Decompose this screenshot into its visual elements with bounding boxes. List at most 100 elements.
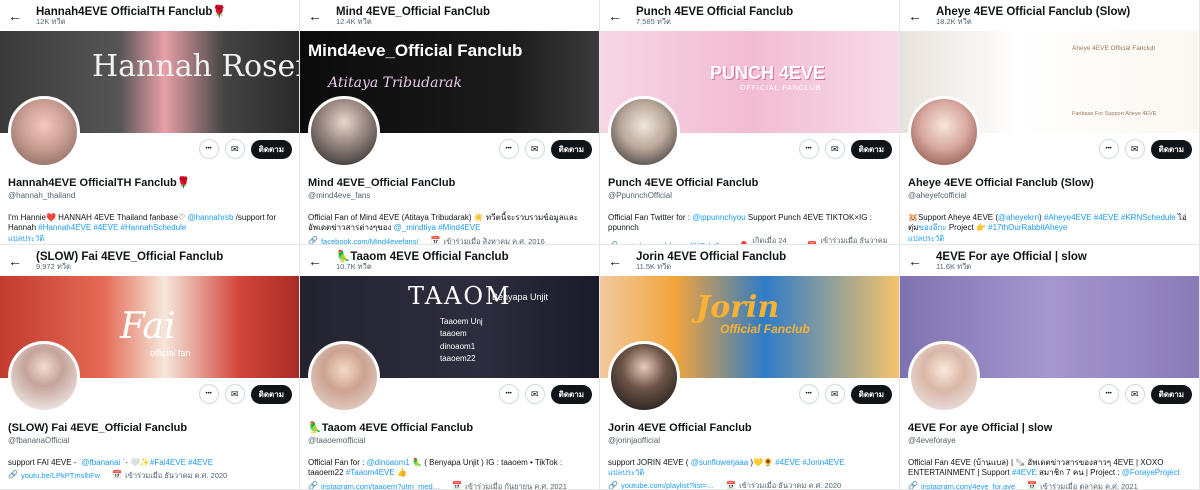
profile-meta: 🔗 instagram.com/4eve_for.aye 📅 เข้าร่วมเมื่… xyxy=(908,481,1191,490)
arrow-left-icon[interactable]: ← xyxy=(908,9,924,23)
message-icon[interactable]: ✉ xyxy=(224,384,245,404)
translate-bio-link[interactable]: แปลประวัติ xyxy=(608,468,891,478)
bio-link[interactable]: #Taaom4EVE xyxy=(346,468,395,477)
bio-link[interactable]: #17thOurRabbitAheye xyxy=(988,223,1067,232)
calendar-icon: 📅 xyxy=(1027,481,1038,490)
arrow-left-icon[interactable]: ← xyxy=(8,254,24,268)
avatar[interactable] xyxy=(308,96,380,168)
profile-bio: Official Fan for : @dinoaom1 🦜 ( Benyapa… xyxy=(308,458,591,480)
more-icon[interactable]: ••• xyxy=(798,139,819,159)
avatar[interactable] xyxy=(308,341,380,413)
profile-actions: ••• ✉ ติดตาม xyxy=(498,384,592,404)
message-icon[interactable]: ✉ xyxy=(224,139,245,159)
profile-header-bar: ← Aheye 4EVE Official Fanclub (Slow) 18.2K… xyxy=(900,0,1199,31)
more-icon[interactable]: ••• xyxy=(498,384,519,404)
bio-link[interactable]: @aheyekrn xyxy=(998,213,1039,222)
link-icon: 🔗 xyxy=(308,236,318,245)
profile-website-link[interactable]: instagram.com/4eve_for.aye xyxy=(921,482,1015,489)
arrow-left-icon[interactable]: ← xyxy=(608,254,624,268)
profile-website-link[interactable]: facebook.com/Mind4evefans/ xyxy=(321,237,419,244)
message-icon[interactable]: ✉ xyxy=(824,384,845,404)
profile-website-link[interactable]: youtube.com/playlist?list=… xyxy=(621,481,714,489)
bio-link[interactable]: @ForayeProject xyxy=(1122,468,1180,477)
follow-button[interactable]: ติดตาม xyxy=(1150,139,1192,159)
message-icon[interactable]: ✉ xyxy=(824,139,845,159)
more-icon[interactable]: ••• xyxy=(798,384,819,404)
profile-info: 4EVE For aye Official | slow @4eveforaye O… xyxy=(908,421,1191,490)
tweet-count: 12K ทวีต xyxy=(36,16,66,26)
bio-link[interactable]: @sunflowerjaaa xyxy=(691,458,748,467)
banner-title: Mind4eve_Official Fanclub xyxy=(308,41,523,60)
message-icon[interactable]: ✉ xyxy=(1124,139,1145,159)
meta-item[interactable]: 🔗 youtu.be/LPkPTmslhFw xyxy=(8,470,100,481)
message-icon[interactable]: ✉ xyxy=(1124,384,1145,404)
follow-button[interactable]: ติดตาม xyxy=(850,139,892,159)
follow-button[interactable]: ติดตาม xyxy=(250,139,292,159)
avatar[interactable] xyxy=(8,341,80,413)
bio-link[interactable]: @ippunnchyou xyxy=(692,213,746,222)
bio-link[interactable]: #4EVE #Jorin4EVE xyxy=(775,458,844,467)
meta-item[interactable]: 🔗 instagram.com/taaoem?utm_med… xyxy=(308,481,440,489)
bio-link[interactable]: ของอีกะ xyxy=(918,223,946,232)
more-icon[interactable]: ••• xyxy=(498,139,519,159)
message-icon[interactable]: ✉ xyxy=(524,384,545,404)
follow-button[interactable]: ติดตาม xyxy=(250,384,292,404)
meta-text: เข้าร่วมเมื่อ ธันวาคม ค.ศ. 2020 xyxy=(739,480,842,490)
more-icon[interactable]: ••• xyxy=(198,139,219,159)
arrow-left-icon[interactable]: ← xyxy=(908,254,924,268)
profile-name: Punch 4EVE Official Fanclub xyxy=(608,177,759,189)
message-icon[interactable]: ✉ xyxy=(524,139,545,159)
profile-info: Mind 4EVE_Official FanClub @mind4eve_fans… xyxy=(308,176,591,245)
more-icon[interactable]: ••• xyxy=(1098,139,1119,159)
more-icon[interactable]: ••• xyxy=(198,384,219,404)
bio-link[interactable]: #Aheye4EVE #4EVE #KRNSchedule xyxy=(1044,213,1176,222)
profile-actions: ••• ✉ ติดตาม xyxy=(1098,384,1192,404)
profile-website-link[interactable]: instagram.com/taaoem?utm_med… xyxy=(321,482,440,489)
bio-link[interactable]: @dinoaom1 xyxy=(367,458,410,467)
profile-actions: ••• ✉ ติดตาม xyxy=(198,139,292,159)
follow-button[interactable]: ติดตาม xyxy=(550,139,592,159)
follow-button[interactable]: ติดตาม xyxy=(850,384,892,404)
follow-button[interactable]: ติดตาม xyxy=(1150,384,1192,404)
bio-link[interactable]: #Fai4EVE #4EVE xyxy=(150,458,213,467)
arrow-left-icon[interactable]: ← xyxy=(608,9,624,23)
header-title: Punch 4EVE Official Fanclub xyxy=(636,5,794,18)
arrow-left-icon[interactable]: ← xyxy=(308,9,324,23)
avatar[interactable] xyxy=(908,96,980,168)
meta-item[interactable]: 🔗 facebook.com/Mind4evefans/ xyxy=(308,236,419,245)
avatar[interactable] xyxy=(608,96,680,168)
profile-actions: ••• ✉ ติดตาม xyxy=(798,384,892,404)
profile-header-bar: ← Mind 4EVE_Official FanClub 12.4K ทวีต xyxy=(300,0,599,31)
avatar[interactable] xyxy=(908,341,980,413)
banner-subtitle: official fan xyxy=(150,348,191,358)
meta-item[interactable]: 🔗 youtube.com/playlist?list=… xyxy=(608,481,714,489)
profile-name: Mind 4EVE_Official FanClub xyxy=(308,177,456,189)
banner-social-list: Taaoem Unj taaoem dinoaom1 taaoem22 xyxy=(440,316,483,366)
bio-link[interactable]: @_mindtiya #Mind4EVE xyxy=(394,223,481,232)
bio-link[interactable]: #Hannah4EVE #4EVE #HannahSchedule xyxy=(38,223,186,232)
meta-item: 📅เข้าร่วมเมื่อ ธันวาคม ค.ศ. 2020 xyxy=(112,470,227,481)
bio-text: 👍 xyxy=(394,468,407,478)
more-icon[interactable]: ••• xyxy=(1098,384,1119,404)
bio-text: สมาชิก 7 คน | Project : xyxy=(1036,468,1122,478)
arrow-left-icon[interactable]: ← xyxy=(8,9,24,23)
profile-meta: 🔗 youtu.be/LPkPTmslhFw 📅 เข้าร่วมเมื่อ ธันว… xyxy=(8,470,291,481)
bio-link[interactable]: #4EVE xyxy=(1012,468,1037,477)
profile-website-link[interactable]: youtu.be/LPkPTmslhFw xyxy=(21,471,100,481)
meta-item: 📅 เข้าร่วมเมื่อ กันยายน ค.ศ. 2021 xyxy=(452,481,567,489)
bio-link[interactable]: ˋ@fbananai ˊ xyxy=(79,458,125,467)
profile-grid: ← Hannah4EVE OfficialTH Fanclub🌹 12K ทวีต H… xyxy=(0,0,1200,490)
follow-button[interactable]: ติดตาม xyxy=(550,384,592,404)
translate-bio-link[interactable]: แปลประวัติ xyxy=(8,234,291,244)
profile-card: ← Mind 4EVE_Official FanClub 12.4K ทวีต Min… xyxy=(300,0,600,245)
banner-title: Aheye 4EVE Official Fanclub xyxy=(1072,45,1156,52)
meta-item[interactable]: 🔗youtube.com/channel/UCyhiS… xyxy=(608,236,727,244)
translate-bio-link[interactable]: แปลประวัติ xyxy=(908,234,1191,244)
avatar[interactable] xyxy=(608,341,680,413)
avatar[interactable] xyxy=(8,96,80,168)
arrow-left-icon[interactable]: ← xyxy=(308,254,324,268)
profile-bio: support FAI 4EVE - ˋ@fbananai ˊ- 🤍✨#Fai4… xyxy=(8,458,291,469)
bio-link[interactable]: @hannahrsb xyxy=(187,213,233,222)
meta-item[interactable]: 🔗 instagram.com/4eve_for.aye xyxy=(908,481,1015,489)
bio-text: HANNAH 4EVE Thailand fanbase♡ xyxy=(58,212,188,222)
